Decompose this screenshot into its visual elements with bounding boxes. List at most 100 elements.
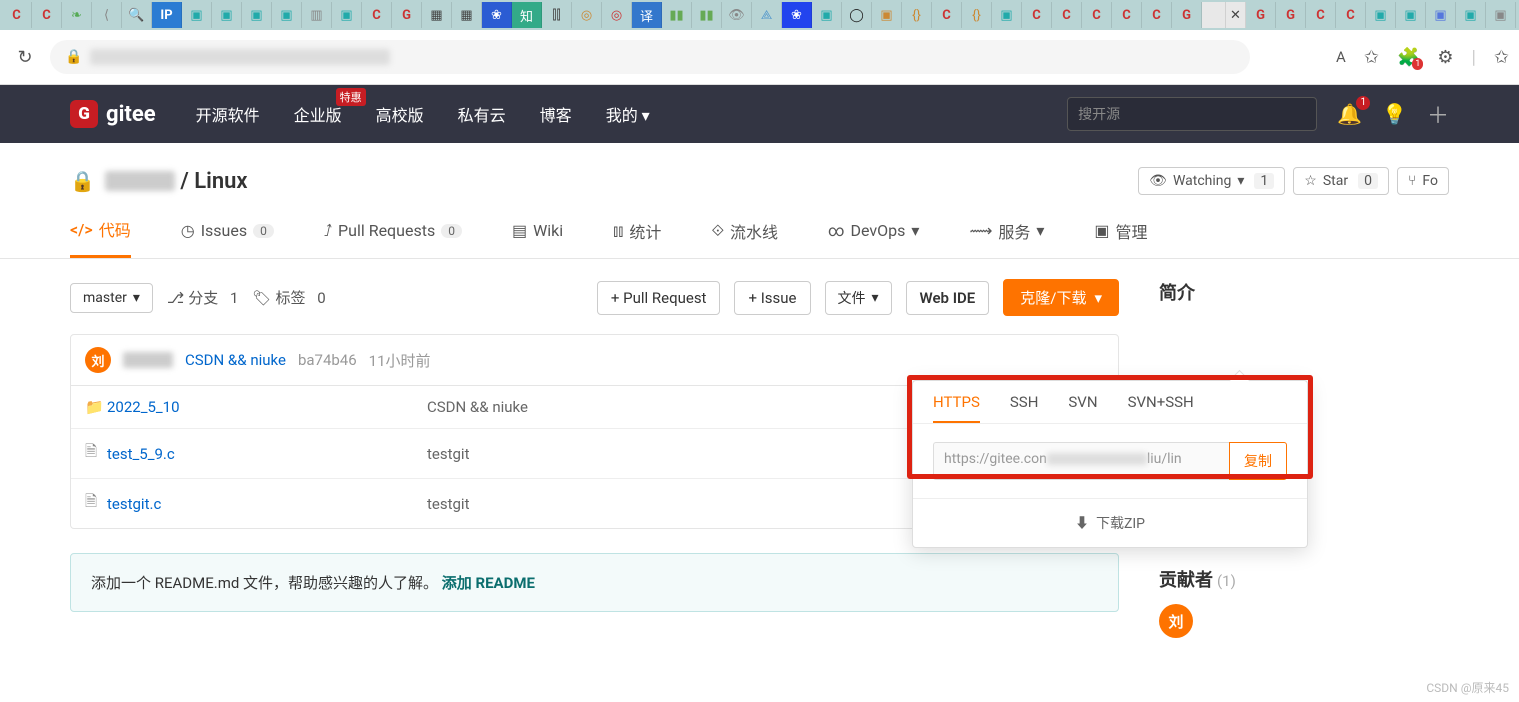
browser-tab[interactable]: C	[2, 2, 32, 28]
star-button[interactable]: ☆ Star0	[1293, 167, 1389, 195]
browser-tab[interactable]: ▦	[452, 2, 482, 28]
browser-tab[interactable]: {}	[902, 2, 932, 28]
browser-tab[interactable]: ▣	[272, 2, 302, 28]
clone-tab-svnssh[interactable]: SVN+SSH	[1128, 393, 1194, 423]
browser-tab[interactable]: 🔍	[122, 2, 152, 28]
browser-tab[interactable]: ❧	[62, 2, 92, 28]
browser-tab[interactable]: ⟨	[92, 2, 122, 28]
browser-tab[interactable]: ◎	[572, 2, 602, 28]
copy-button[interactable]: 复制	[1229, 442, 1287, 480]
browser-tab[interactable]: G	[1172, 2, 1202, 28]
watch-button[interactable]: 👁 Watching ▾1	[1138, 167, 1285, 195]
browser-tab[interactable]: ◯	[842, 2, 872, 28]
nav-enterprise[interactable]: 企业版 特惠	[294, 102, 342, 126]
browser-tab[interactable]: C	[1142, 2, 1172, 28]
nav-blog[interactable]: 博客	[540, 102, 572, 126]
tab-wiki[interactable]: ▤Wiki	[512, 217, 563, 258]
files-select[interactable]: 文件▾	[825, 281, 892, 315]
nav-private-cloud[interactable]: 私有云	[458, 102, 506, 126]
browser-tab[interactable]: 知	[512, 2, 542, 28]
search-input[interactable]: 搜开源	[1067, 97, 1317, 131]
browser-tab[interactable]: 👁	[722, 2, 752, 28]
browser-tab[interactable]: ▣	[812, 2, 842, 28]
tab-code[interactable]: </>代码	[70, 217, 131, 258]
browser-tab[interactable]: ⟁	[752, 2, 782, 28]
file-name[interactable]: testgit.c	[107, 495, 427, 513]
clone-tab-ssh[interactable]: SSH	[1010, 393, 1039, 423]
tab-issues[interactable]: ◷Issues0	[181, 217, 274, 258]
tab-admin[interactable]: ▣管理	[1094, 217, 1147, 258]
browser-tab[interactable]: G	[1246, 2, 1276, 28]
tab-devops[interactable]: ∞DevOps ▾	[828, 217, 919, 258]
browser-tab[interactable]: C	[1336, 2, 1366, 28]
refresh-icon[interactable]: ↻	[10, 47, 40, 68]
add-readme-link[interactable]: 添加 README	[442, 574, 535, 592]
browser-tab[interactable]: ▣	[1456, 2, 1486, 28]
browser-tab[interactable]: ◎	[602, 2, 632, 28]
browser-tab[interactable]: {}	[962, 2, 992, 28]
nav-mine[interactable]: 我的 ▾	[606, 102, 650, 126]
collections-icon[interactable]: ✩	[1494, 47, 1509, 68]
browser-tab[interactable]: C	[32, 2, 62, 28]
favorites-icon[interactable]: ✩	[1364, 47, 1379, 68]
avatar[interactable]: 刘	[85, 347, 111, 373]
browser-tab[interactable]: ⫿⫿	[542, 2, 572, 28]
browser-tab[interactable]: ❀	[782, 2, 812, 28]
browser-tab[interactable]: ▣	[1366, 2, 1396, 28]
browser-tab[interactable]: ▥	[302, 2, 332, 28]
bulb-icon[interactable]: 💡	[1382, 102, 1407, 126]
commit-hash[interactable]: ba74b46	[298, 351, 357, 369]
browser-tab[interactable]: ▣	[992, 2, 1022, 28]
nav-open-source[interactable]: 开源软件	[196, 102, 260, 126]
download-zip-link[interactable]: ⬇ 下载ZIP	[913, 498, 1307, 547]
browser-tab[interactable]: ▣	[212, 2, 242, 28]
browser-tab[interactable]: C	[1022, 2, 1052, 28]
tab-pipeline[interactable]: ⟐流水线	[711, 217, 778, 258]
browser-tab[interactable]: C	[1082, 2, 1112, 28]
tags-link[interactable]: 🏷标签 0	[252, 287, 325, 308]
contributor-avatar[interactable]: 刘	[1159, 604, 1193, 638]
browser-tab[interactable]: 译	[632, 2, 662, 28]
tab-pull-requests[interactable]: ⭜Pull Requests0	[324, 217, 462, 258]
file-name[interactable]: test_5_9.c	[107, 445, 427, 463]
web-ide-button[interactable]: Web IDE	[906, 281, 990, 315]
browser-tab[interactable]: C	[932, 2, 962, 28]
browser-tab-active[interactable]	[1202, 2, 1226, 28]
browser-tab[interactable]: ▣	[182, 2, 212, 28]
notifications-icon[interactable]: 🔔1	[1337, 102, 1362, 126]
browser-tab[interactable]: C	[1306, 2, 1336, 28]
browser-tab[interactable]: ▮▮	[662, 2, 692, 28]
fork-button[interactable]: ⑂ Fo	[1397, 167, 1449, 195]
browser-tab[interactable]: ▣	[1396, 2, 1426, 28]
clone-tab-svn[interactable]: SVN	[1068, 393, 1097, 423]
browser-tab[interactable]: G	[1276, 2, 1306, 28]
browser-tab[interactable]: C	[1052, 2, 1082, 28]
file-name[interactable]: 2022_5_10	[107, 398, 427, 416]
browser-tab[interactable]: C	[362, 2, 392, 28]
extension-icon[interactable]: 🧩1	[1397, 47, 1419, 68]
settings-icon[interactable]: ⚙	[1437, 47, 1453, 68]
plus-icon[interactable]: ＋	[1427, 98, 1449, 130]
browser-tab[interactable]: ▣	[1426, 2, 1456, 28]
url-input[interactable]: 🔒	[50, 40, 1250, 74]
browser-tab[interactable]: IP	[152, 2, 182, 28]
browser-tab[interactable]: ▦	[422, 2, 452, 28]
branch-select[interactable]: master▾	[70, 283, 153, 313]
reader-mode-icon[interactable]: A	[1336, 48, 1346, 66]
repo-owner-blurred[interactable]	[105, 171, 175, 191]
tab-close-icon[interactable]: ✕	[1226, 2, 1246, 28]
clone-url-input[interactable]: https://gitee.conliu/lin	[933, 442, 1229, 480]
browser-tab[interactable]: ▮▮	[692, 2, 722, 28]
browser-tab[interactable]: ❀	[482, 2, 512, 28]
tab-stats[interactable]: ⫾⫾统计	[613, 217, 661, 258]
new-issue-button[interactable]: + Issue	[734, 281, 810, 315]
browser-tab[interactable]: G	[392, 2, 422, 28]
author-blurred[interactable]	[123, 352, 173, 368]
branches-link[interactable]: ⎇分支 1	[167, 287, 238, 308]
new-pr-button[interactable]: + Pull Request	[597, 281, 721, 315]
repo-name[interactable]: Linux	[194, 169, 247, 194]
browser-tab[interactable]: ▣	[1486, 2, 1516, 28]
nav-campus[interactable]: 高校版	[376, 102, 424, 126]
browser-tab[interactable]: ▣	[332, 2, 362, 28]
commit-message[interactable]: CSDN && niuke	[185, 351, 286, 369]
